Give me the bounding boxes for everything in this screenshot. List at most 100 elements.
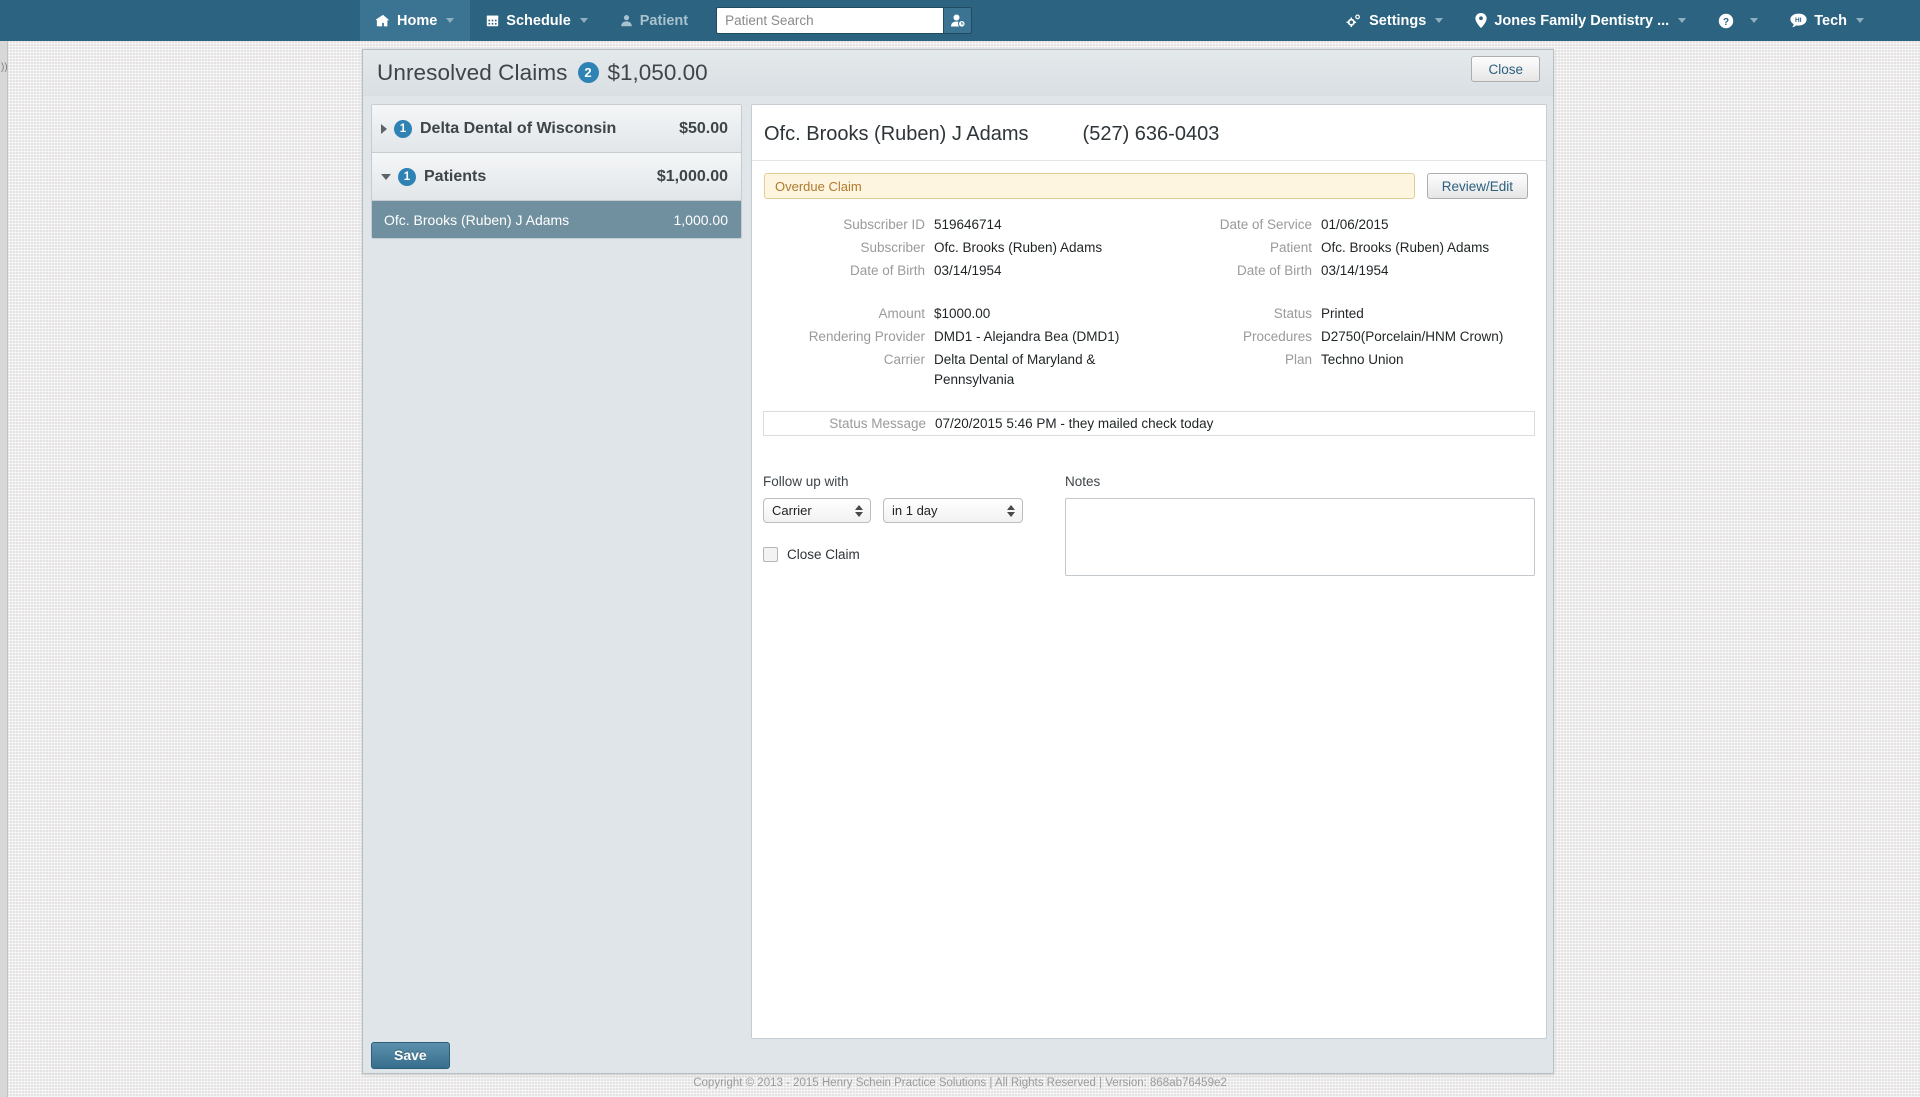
chevron-right-icon bbox=[381, 123, 387, 134]
followup-title: Follow up with bbox=[763, 474, 849, 489]
claim-detail-pane: Ofc. Brooks (Ruben) J Adams (527) 636-04… bbox=[751, 104, 1547, 1039]
nav-item-settings[interactable]: Settings bbox=[1330, 0, 1459, 41]
sidebar-group-patients[interactable]: 1 Patients $1,000.00 bbox=[372, 153, 741, 201]
field-value: Ofc. Brooks (Ruben) Adams bbox=[934, 240, 1103, 255]
patient-phone: (527) 636-0403 bbox=[1082, 123, 1220, 145]
field-subscriber: Subscriber Ofc. Brooks (Ruben) Adams bbox=[752, 238, 1149, 258]
panel-body: 1 Delta Dental of Wisconsin $50.00 1 Pat… bbox=[363, 96, 1555, 1075]
page-title: Unresolved Claims bbox=[377, 60, 568, 85]
followup-section: Follow up with Carrier in 1 day Close Cl… bbox=[752, 436, 1546, 581]
status-message-label: Status Message bbox=[829, 416, 926, 431]
field-procedures: Procedures D2750(Porcelain/HNM Crown) bbox=[1149, 327, 1546, 347]
group-label: Patients bbox=[424, 167, 487, 185]
close-button[interactable]: Close bbox=[1471, 56, 1540, 82]
field-subscriber-id: Subscriber ID 519646714 bbox=[752, 215, 1149, 235]
followup-selects: Carrier in 1 day bbox=[763, 498, 1065, 523]
followup-when-value: in 1 day bbox=[892, 503, 938, 518]
svg-text:?: ? bbox=[1723, 16, 1729, 27]
notes-textarea[interactable] bbox=[1065, 498, 1535, 576]
left-edge-mark: )) bbox=[1, 62, 8, 73]
field-value: 03/14/1954 bbox=[934, 263, 1002, 278]
search-input[interactable] bbox=[716, 7, 945, 34]
field-amount: Amount $1000.00 bbox=[752, 304, 1149, 324]
field-rendering-provider: Rendering Provider DMD1 - Alejandra Bea … bbox=[752, 327, 1149, 347]
nav-item-help[interactable]: ? bbox=[1702, 0, 1774, 41]
fields-column-left-top: Subscriber ID 519646714 Subscriber Ofc. … bbox=[752, 215, 1149, 284]
group-count-badge: 1 bbox=[394, 119, 412, 138]
nav-item-location[interactable]: Jones Family Dentistry ... bbox=[1459, 0, 1702, 41]
chevron-down-icon bbox=[1435, 18, 1444, 23]
group-count-badge: 1 bbox=[398, 167, 416, 186]
field-value: $1000.00 bbox=[934, 306, 991, 321]
nav-item-label: Settings bbox=[1369, 12, 1427, 29]
field-label: Subscriber ID bbox=[843, 217, 925, 232]
followup-controls: Follow up with Carrier in 1 day Close Cl… bbox=[763, 474, 1065, 581]
field-label: Rendering Provider bbox=[808, 329, 925, 344]
chevron-down-icon bbox=[1856, 18, 1864, 23]
fields-column-right-top: Date of Service 01/06/2015 Patient Ofc. … bbox=[1149, 215, 1546, 284]
review-edit-button[interactable]: Review/Edit bbox=[1426, 173, 1528, 199]
field-label: Date of Birth bbox=[1236, 263, 1312, 278]
gear-icon bbox=[1346, 13, 1362, 28]
followup-with-select[interactable]: Carrier bbox=[763, 498, 871, 523]
claim-fields-bottom: Amount $1000.00 Rendering Provider DMD1 … bbox=[752, 304, 1546, 393]
field-label: Amount bbox=[878, 306, 925, 321]
nav-item-tech[interactable]: HI Tech bbox=[1774, 0, 1880, 41]
nav-item-patient[interactable]: Patient bbox=[604, 0, 704, 41]
save-button[interactable]: Save bbox=[371, 1041, 450, 1069]
status-message-row: Status Message 07/20/2015 5:46 PM - they… bbox=[763, 411, 1535, 436]
claims-count-badge: 2 bbox=[577, 61, 599, 83]
claim-detail-header: Ofc. Brooks (Ruben) J Adams (527) 636-04… bbox=[752, 105, 1546, 161]
field-value: Printed bbox=[1321, 306, 1364, 321]
chevron-down-icon bbox=[381, 173, 391, 180]
chat-bubble-icon: HI bbox=[1790, 13, 1807, 28]
field-value: Delta Dental of Maryland & Pennsylvania bbox=[934, 352, 1096, 387]
calendar-icon bbox=[486, 14, 499, 27]
status-message-value: 07/20/2015 5:46 PM - they mailed check t… bbox=[935, 416, 1214, 431]
followup-when-select[interactable]: in 1 day bbox=[883, 498, 1023, 523]
notes-block: Notes bbox=[1065, 474, 1546, 581]
add-patient-icon[interactable] bbox=[944, 7, 973, 34]
nav-left-spacer bbox=[0, 0, 360, 41]
nav-item-label: Jones Family Dentistry ... bbox=[1494, 12, 1670, 29]
field-label: Date of Birth bbox=[849, 263, 925, 278]
nav-item-label: Patient bbox=[639, 12, 689, 29]
stepper-arrows-icon bbox=[1007, 504, 1015, 517]
field-label: Subscriber bbox=[860, 240, 925, 255]
top-navigation-bar: Home Schedule Patient Settings bbox=[0, 0, 1920, 41]
nav-item-label: Home bbox=[397, 12, 438, 29]
field-label: Status bbox=[1273, 306, 1312, 321]
nav-item-home[interactable]: Home bbox=[360, 0, 471, 41]
group-amount: $1,000.00 bbox=[656, 167, 728, 185]
field-label: Plan bbox=[1284, 352, 1312, 367]
list-item[interactable]: Ofc. Brooks (Ruben) J Adams 1,000.00 bbox=[372, 201, 741, 238]
overdue-alert-row: Overdue Claim Review/Edit bbox=[752, 161, 1546, 199]
claims-total-amount: $1,050.00 bbox=[607, 60, 708, 85]
field-value: DMD1 - Alejandra Bea (DMD1) bbox=[934, 329, 1120, 344]
field-value: 519646714 bbox=[934, 217, 1002, 232]
person-icon bbox=[620, 14, 633, 27]
notes-title: Notes bbox=[1065, 474, 1101, 489]
svg-text:HI: HI bbox=[1795, 17, 1802, 24]
claims-sidebar-list: 1 Delta Dental of Wisconsin $50.00 1 Pat… bbox=[371, 104, 742, 239]
status-badge: Overdue Claim bbox=[764, 173, 1415, 199]
close-claim-row: Close Claim bbox=[763, 547, 1065, 562]
home-icon bbox=[376, 14, 390, 28]
nav-item-schedule[interactable]: Schedule bbox=[470, 0, 603, 41]
copyright-text: Copyright © 2013 - 2015 Henry Schein Pra… bbox=[693, 1077, 1227, 1089]
field-label: Procedures bbox=[1242, 329, 1312, 344]
panel-footer: Save bbox=[371, 1037, 1547, 1073]
field-label: Patient bbox=[1269, 240, 1312, 255]
fields-column-left-bottom: Amount $1000.00 Rendering Provider DMD1 … bbox=[752, 304, 1149, 393]
field-carrier: Carrier Delta Dental of Maryland & Penns… bbox=[752, 350, 1149, 390]
patient-name: Ofc. Brooks (Ruben) J Adams bbox=[764, 123, 1029, 145]
field-label: Date of Service bbox=[1219, 217, 1312, 232]
field-date-of-birth-patient: Date of Birth 03/14/1954 bbox=[1149, 261, 1546, 281]
unresolved-claims-panel: Unresolved Claims 2 $1,050.00 Close 1 De… bbox=[362, 49, 1554, 1074]
field-label: Carrier bbox=[883, 352, 925, 367]
sidebar-group-delta-dental-of-wisconsin[interactable]: 1 Delta Dental of Wisconsin $50.00 bbox=[372, 105, 741, 153]
location-pin-icon bbox=[1475, 13, 1487, 28]
field-value: Ofc. Brooks (Ruben) Adams bbox=[1321, 240, 1490, 255]
list-item-amount: 1,000.00 bbox=[673, 211, 729, 228]
close-claim-checkbox[interactable] bbox=[763, 547, 778, 562]
